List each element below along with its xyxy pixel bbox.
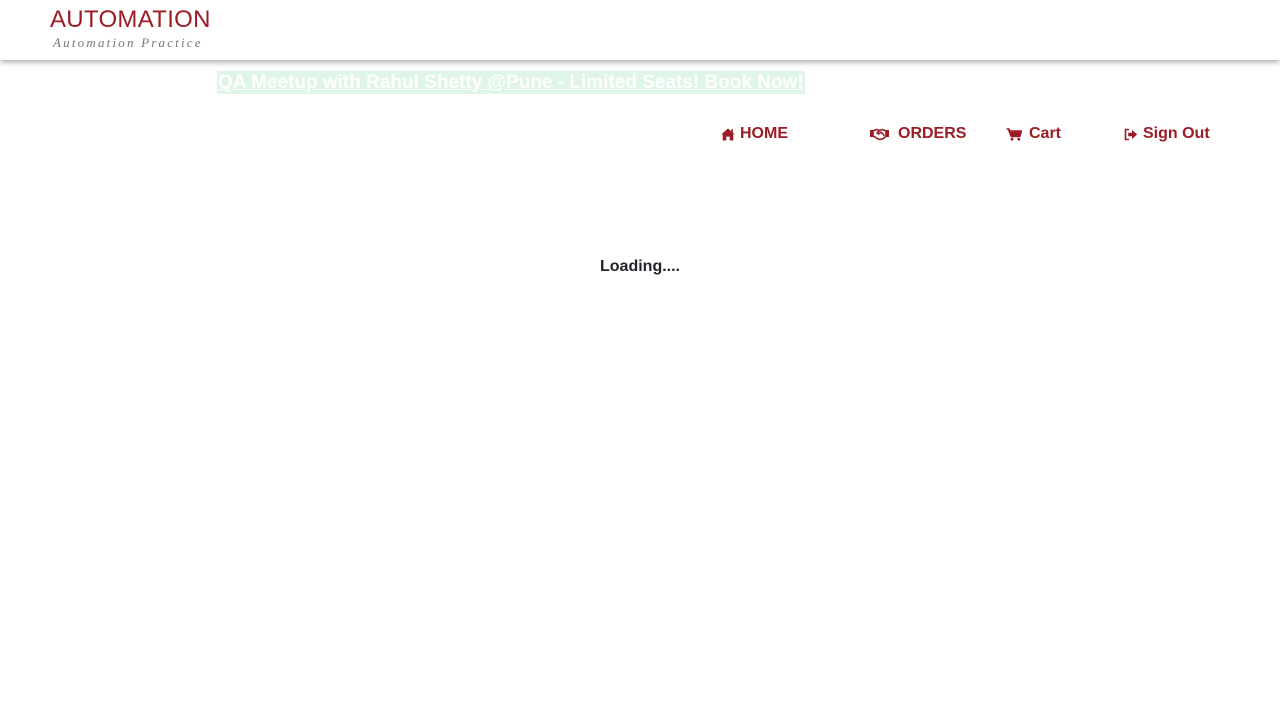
logo[interactable]: AUTOMATION Automation Practice — [50, 4, 220, 54]
nav-orders-button[interactable]: ORDERS — [869, 123, 966, 145]
promo-banner-link[interactable]: QA Meetup with Rahul Shetty @Pune - Limi… — [217, 71, 805, 94]
handshake-icon — [869, 127, 890, 141]
nav-orders-label: ORDERS — [898, 125, 967, 142]
page: AUTOMATION Automation Practice QA Meetup… — [0, 0, 1280, 720]
logo-subtitle: Automation Practice — [53, 35, 203, 50]
nav-sign-out-label: Sign Out — [1143, 125, 1210, 142]
top-bar: AUTOMATION Automation Practice — [0, 0, 1280, 60]
loading-text: Loading.... — [600, 258, 680, 275]
nav-home-label: HOME — [740, 125, 788, 142]
sign-out-icon — [1124, 128, 1138, 141]
nav-cart-label: Cart — [1029, 125, 1062, 142]
nav-cart-button[interactable]: Cart — [1006, 123, 1061, 145]
nav-sign-out-button[interactable]: Sign Out — [1124, 123, 1210, 145]
nav-home-button[interactable]: HOME — [721, 123, 788, 145]
logo-title: AUTOMATION — [50, 6, 211, 33]
home-icon — [721, 128, 735, 141]
cart-icon — [1006, 127, 1022, 141]
